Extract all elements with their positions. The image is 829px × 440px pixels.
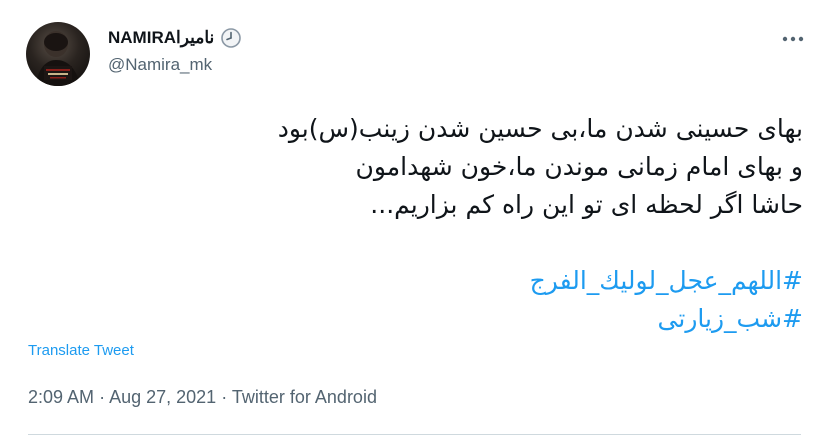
hashtag-list: #اللهم_عجل_لوليك_الفرج #شب_زیارتی bbox=[23, 262, 803, 338]
meta-separator: · bbox=[99, 387, 106, 407]
hashtag-link[interactable]: #اللهم_عجل_لوليك_الفرج bbox=[23, 262, 803, 300]
tweet-text-line: بهای حسینی شدن ما،بی حسین شدن زینب(س)بود bbox=[277, 114, 803, 143]
tweet-metadata: 2:09 AM · Aug 27, 2021 · Twitter for And… bbox=[28, 387, 377, 408]
tweet-text: بهای حسینی شدن ما،بی حسین شدن زینب(س)بود… bbox=[23, 110, 803, 224]
clock-icon bbox=[220, 27, 242, 49]
tweet-text-line: حاشا اگر لحظه ای تو این راه کم بزاریم... bbox=[370, 190, 803, 219]
author-handle[interactable]: @Namira_mk bbox=[108, 55, 212, 75]
divider bbox=[28, 434, 801, 435]
profile-avatar[interactable] bbox=[26, 22, 90, 86]
tweet-source[interactable]: Twitter for Android bbox=[232, 387, 377, 407]
avatar-image bbox=[36, 31, 80, 86]
hashtag-link[interactable]: #شب_زیارتی bbox=[23, 300, 803, 338]
tweet-card: NAMIRAنامیرا @Namira_mk بهای حسینی شدن م… bbox=[0, 0, 829, 440]
more-options-button[interactable] bbox=[779, 28, 807, 50]
translate-tweet-link[interactable]: Translate Tweet bbox=[28, 342, 134, 359]
author-display-name[interactable]: NAMIRAنامیرا bbox=[108, 28, 214, 48]
meta-separator: · bbox=[221, 387, 228, 407]
tweet-date[interactable]: Aug 27, 2021 bbox=[109, 387, 216, 407]
author-name-row[interactable]: NAMIRAنامیرا bbox=[108, 26, 242, 50]
tweet-time[interactable]: 2:09 AM bbox=[28, 387, 94, 407]
more-horizontal-icon bbox=[782, 36, 804, 42]
tweet-text-line: و بهای امام زمانی موندن ما،خون شهدامون bbox=[355, 152, 804, 181]
